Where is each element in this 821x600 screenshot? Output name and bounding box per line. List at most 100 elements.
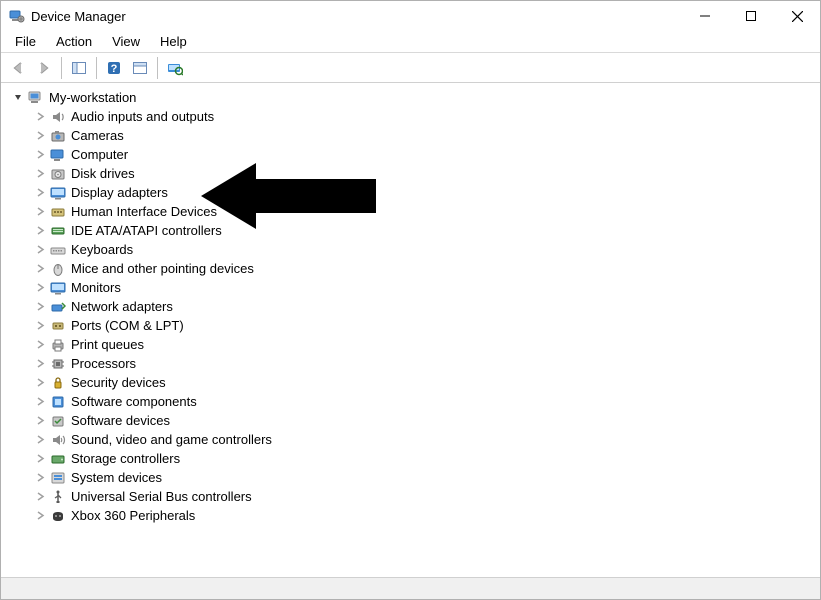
chevron-right-icon[interactable] bbox=[33, 112, 47, 121]
tree-item[interactable]: Ports (COM & LPT) bbox=[33, 316, 820, 335]
tree-item[interactable]: Storage controllers bbox=[33, 449, 820, 468]
chevron-right-icon[interactable] bbox=[33, 340, 47, 349]
window-controls bbox=[682, 1, 820, 31]
tree-item-label: Computer bbox=[71, 145, 128, 164]
tree-item-label: Print queues bbox=[71, 335, 144, 354]
titlebar: Device Manager bbox=[1, 1, 820, 31]
tree-item-label: Monitors bbox=[71, 278, 121, 297]
minimize-button[interactable] bbox=[682, 1, 728, 31]
tree-item[interactable]: Cameras bbox=[33, 126, 820, 145]
tree-item[interactable]: Disk drives bbox=[33, 164, 820, 183]
tree-root-node[interactable]: My-workstation bbox=[11, 87, 820, 107]
camera-icon bbox=[49, 128, 67, 144]
tree-item-label: Ports (COM & LPT) bbox=[71, 316, 184, 335]
chevron-right-icon[interactable] bbox=[33, 169, 47, 178]
chevron-right-icon[interactable] bbox=[33, 492, 47, 501]
tree-item-label: Universal Serial Bus controllers bbox=[71, 487, 252, 506]
cpu-icon bbox=[49, 356, 67, 372]
svg-text:?: ? bbox=[111, 63, 118, 75]
chevron-right-icon[interactable] bbox=[33, 321, 47, 330]
chevron-right-icon[interactable] bbox=[33, 207, 47, 216]
mouse-icon bbox=[49, 261, 67, 277]
chevron-right-icon[interactable] bbox=[33, 245, 47, 254]
chevron-right-icon[interactable] bbox=[33, 188, 47, 197]
tree-item[interactable]: Monitors bbox=[33, 278, 820, 297]
tree-item-label: Sound, video and game controllers bbox=[71, 430, 272, 449]
tree-item[interactable]: Keyboards bbox=[33, 240, 820, 259]
chevron-right-icon[interactable] bbox=[33, 397, 47, 406]
tree-item-label: Cameras bbox=[71, 126, 124, 145]
menu-action[interactable]: Action bbox=[48, 32, 100, 51]
back-button[interactable] bbox=[6, 56, 30, 80]
printer-icon bbox=[49, 337, 67, 353]
chevron-right-icon[interactable] bbox=[33, 283, 47, 292]
chevron-right-icon[interactable] bbox=[33, 131, 47, 140]
tree-item-label: Processors bbox=[71, 354, 136, 373]
help-button[interactable]: ? bbox=[102, 56, 126, 80]
show-hide-console-tree-button[interactable] bbox=[67, 56, 91, 80]
softdev-icon bbox=[49, 413, 67, 429]
toolbar-separator bbox=[157, 57, 158, 79]
tree-item[interactable]: Network adapters bbox=[33, 297, 820, 316]
tree-item-label: Display adapters bbox=[71, 183, 168, 202]
tree-categories: Audio inputs and outputsCamerasComputerD… bbox=[11, 107, 820, 525]
network-icon bbox=[49, 299, 67, 315]
chevron-down-icon[interactable] bbox=[11, 93, 25, 102]
scan-hardware-button[interactable] bbox=[163, 56, 187, 80]
chevron-right-icon[interactable] bbox=[33, 473, 47, 482]
tree-root-label: My-workstation bbox=[49, 90, 136, 105]
menu-file[interactable]: File bbox=[7, 32, 44, 51]
close-button[interactable] bbox=[774, 1, 820, 31]
maximize-button[interactable] bbox=[728, 1, 774, 31]
device-tree[interactable]: My-workstation Audio inputs and outputsC… bbox=[1, 83, 820, 577]
tree-item[interactable]: Sound, video and game controllers bbox=[33, 430, 820, 449]
computer-root-icon bbox=[27, 89, 45, 105]
chevron-right-icon[interactable] bbox=[33, 511, 47, 520]
tree-item[interactable]: Software components bbox=[33, 392, 820, 411]
chevron-right-icon[interactable] bbox=[33, 264, 47, 273]
tree-item[interactable]: Computer bbox=[33, 145, 820, 164]
tree-item[interactable]: Mice and other pointing devices bbox=[33, 259, 820, 278]
toolbar: ? bbox=[1, 53, 820, 83]
chevron-right-icon[interactable] bbox=[33, 150, 47, 159]
tree-item[interactable]: Human Interface Devices bbox=[33, 202, 820, 221]
chevron-right-icon[interactable] bbox=[33, 302, 47, 311]
menu-help[interactable]: Help bbox=[152, 32, 195, 51]
tree-item[interactable]: Display adapters bbox=[33, 183, 820, 202]
tree-item[interactable]: Xbox 360 Peripherals bbox=[33, 506, 820, 525]
tree-item-label: Keyboards bbox=[71, 240, 133, 259]
properties-button[interactable] bbox=[128, 56, 152, 80]
display-icon bbox=[49, 185, 67, 201]
usb-icon bbox=[49, 489, 67, 505]
chevron-right-icon[interactable] bbox=[33, 226, 47, 235]
security-icon bbox=[49, 375, 67, 391]
tree-item-label: Network adapters bbox=[71, 297, 173, 316]
ide-icon bbox=[49, 223, 67, 239]
menu-view[interactable]: View bbox=[104, 32, 148, 51]
storage-icon bbox=[49, 451, 67, 467]
tree-item-label: Xbox 360 Peripherals bbox=[71, 506, 195, 525]
tree-item[interactable]: Processors bbox=[33, 354, 820, 373]
chevron-right-icon[interactable] bbox=[33, 435, 47, 444]
tree-item[interactable]: IDE ATA/ATAPI controllers bbox=[33, 221, 820, 240]
monitor-icon bbox=[49, 280, 67, 296]
tree-item[interactable]: Universal Serial Bus controllers bbox=[33, 487, 820, 506]
tree-item-label: IDE ATA/ATAPI controllers bbox=[71, 221, 222, 240]
computer-icon bbox=[49, 147, 67, 163]
device-manager-icon bbox=[9, 8, 25, 24]
tree-item-label: Software devices bbox=[71, 411, 170, 430]
tree-item[interactable]: System devices bbox=[33, 468, 820, 487]
tree-item[interactable]: Security devices bbox=[33, 373, 820, 392]
tree-item-label: Human Interface Devices bbox=[71, 202, 217, 221]
menubar: File Action View Help bbox=[1, 31, 820, 53]
chevron-right-icon[interactable] bbox=[33, 359, 47, 368]
status-bar bbox=[1, 577, 820, 599]
forward-button[interactable] bbox=[32, 56, 56, 80]
tree-item-label: Audio inputs and outputs bbox=[71, 107, 214, 126]
chevron-right-icon[interactable] bbox=[33, 454, 47, 463]
tree-item[interactable]: Software devices bbox=[33, 411, 820, 430]
chevron-right-icon[interactable] bbox=[33, 378, 47, 387]
tree-item[interactable]: Audio inputs and outputs bbox=[33, 107, 820, 126]
chevron-right-icon[interactable] bbox=[33, 416, 47, 425]
tree-item[interactable]: Print queues bbox=[33, 335, 820, 354]
